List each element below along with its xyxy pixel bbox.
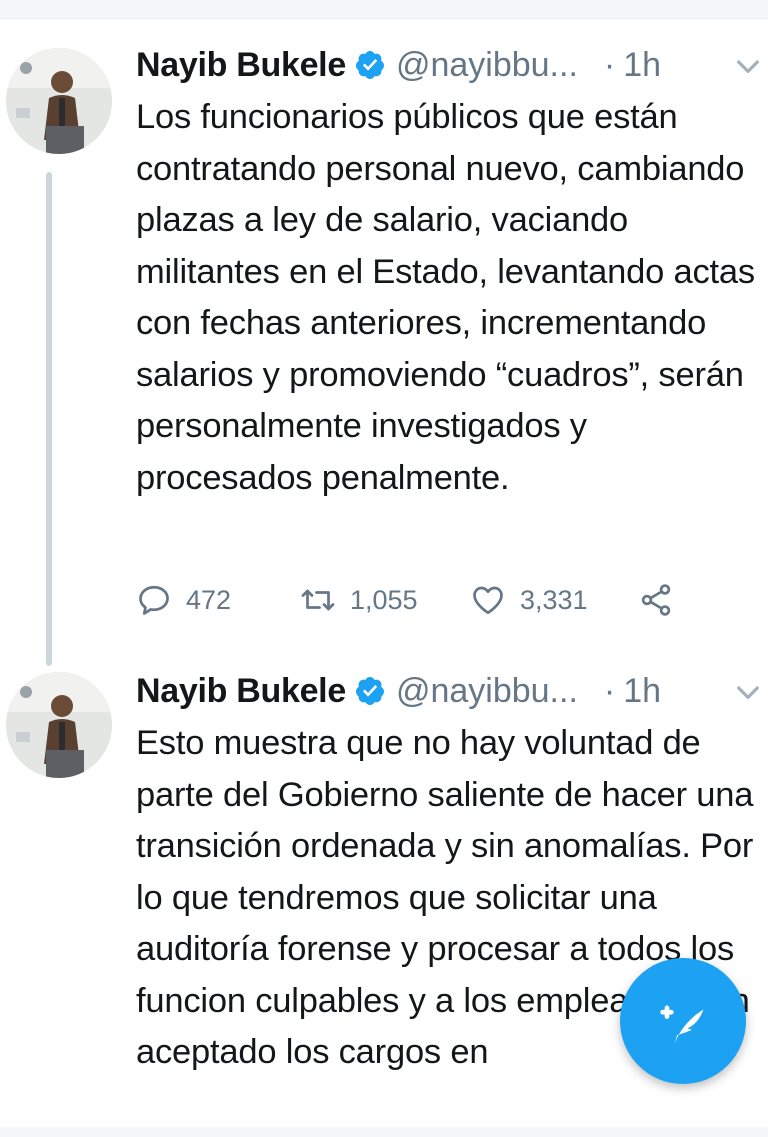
share-icon <box>641 584 671 616</box>
avatar[interactable] <box>6 48 112 154</box>
tweet-header: Nayib Bukele @nayibbu... · 1h <box>136 666 661 716</box>
reply-count: 472 <box>186 584 232 615</box>
author-name[interactable]: Nayib Bukele <box>136 672 346 711</box>
reply-button[interactable]: 472 <box>136 580 231 620</box>
bottom-divider <box>0 1127 768 1137</box>
author-handle[interactable]: @nayibbu... <box>396 672 578 711</box>
compose-tweet-icon <box>660 1005 704 1045</box>
compose-tweet-button[interactable] <box>620 958 746 1084</box>
share-button[interactable] <box>638 580 674 620</box>
tweet[interactable]: Nayib Bukele @nayibbu... · 1h Los funcio… <box>0 0 768 666</box>
thread-connector <box>46 172 52 666</box>
retweet-button[interactable]: 1,055 <box>300 580 418 620</box>
separator-dot: · <box>603 45 616 84</box>
timestamp[interactable]: 1h <box>623 672 661 711</box>
author-handle[interactable]: @nayibbu... <box>396 46 578 85</box>
avatar[interactable] <box>6 672 112 778</box>
chevron-down-icon[interactable] <box>732 676 764 708</box>
timestamp[interactable]: 1h <box>623 46 661 85</box>
like-count: 3,331 <box>520 584 588 615</box>
reply-icon <box>139 585 169 615</box>
verified-badge-icon <box>355 677 384 705</box>
author-name[interactable]: Nayib Bukele <box>136 46 346 85</box>
tweet-header: Nayib Bukele @nayibbu... · 1h <box>136 40 661 90</box>
separator-dot: · <box>603 671 616 710</box>
verified-badge-icon <box>355 51 384 79</box>
retweet-count: 1,055 <box>350 584 418 615</box>
retweet-icon <box>301 589 335 611</box>
heart-icon <box>473 586 503 615</box>
chevron-down-icon[interactable] <box>732 50 764 82</box>
like-button[interactable]: 3,331 <box>470 580 588 620</box>
tweet-text: Los funcionarios públicos que están cont… <box>136 98 755 497</box>
